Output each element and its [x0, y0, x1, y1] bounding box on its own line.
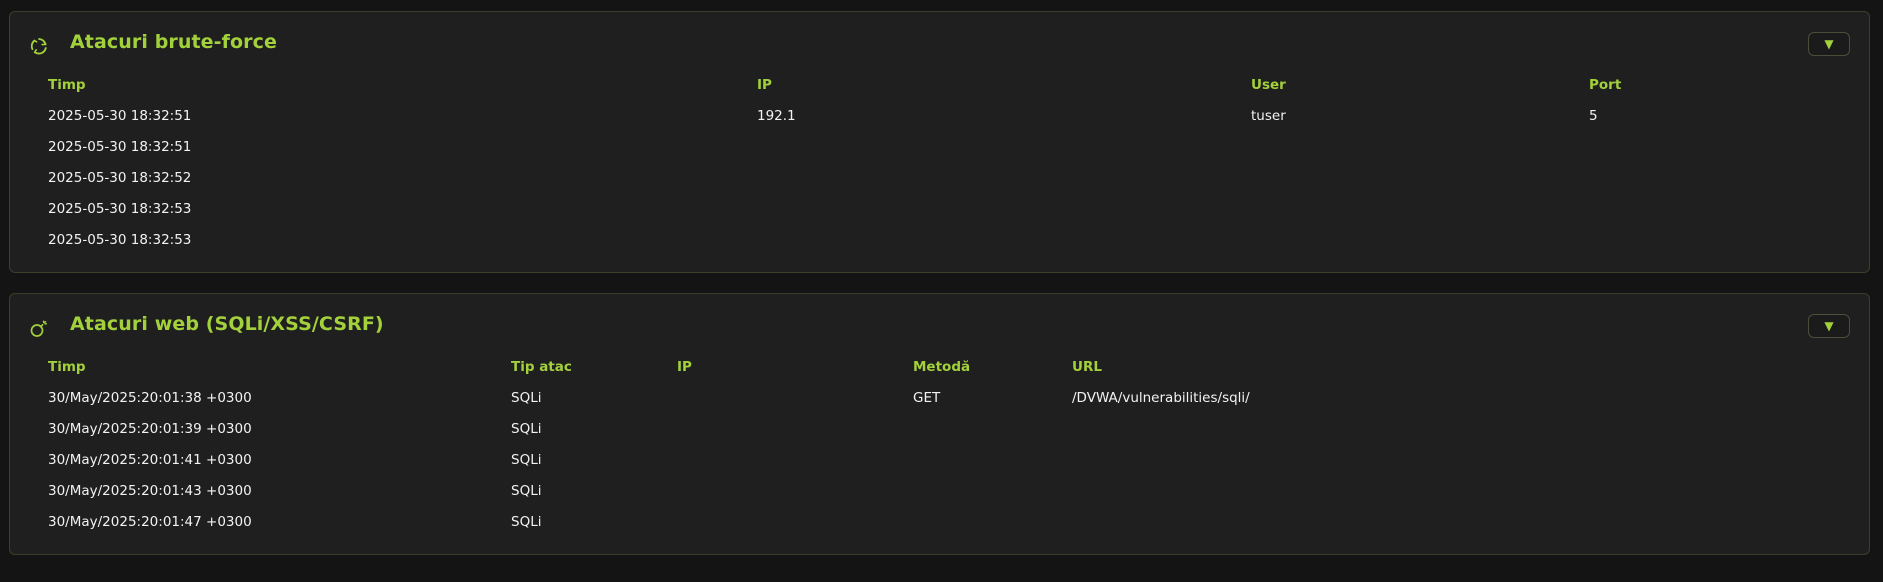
table-row[interactable]: 2025-05-30 18:32:51 192.1 tuser 5: [39, 100, 1847, 131]
table-row[interactable]: 2025-05-30 18:32:53: [39, 224, 1847, 255]
cell-method: [904, 444, 1063, 475]
cell-time: 30/May/2025:20:01:43 +0300: [48, 482, 252, 499]
cell-time: 2025-05-30 18:32:53: [48, 231, 192, 248]
table-row[interactable]: 2025-05-30 18:32:52: [39, 162, 1847, 193]
table-row[interactable]: 2025-05-30 18:32:53: [39, 193, 1847, 224]
cell-ip: [668, 413, 904, 444]
cell-url[interactable]: [1063, 413, 1847, 444]
cell-time: 2025-05-30 18:32:51: [48, 107, 192, 124]
brute-force-panel: Atacuri brute-force ▼ Timp IP User Port …: [9, 11, 1870, 273]
bomb-icon: [29, 318, 49, 338]
cell-port: [1580, 131, 1847, 162]
cell-attack-type: SQLi: [511, 482, 542, 499]
cell-ip: [748, 224, 1242, 255]
web-attacks-title: Atacuri web (SQLi/XSS/CSRF): [70, 313, 384, 335]
cell-time: 2025-05-30 18:32:53: [48, 200, 192, 217]
cell-ip: [668, 444, 904, 475]
table-header-row: Timp Tip atac IP Metodă URL: [39, 352, 1847, 382]
cell-user: [1242, 162, 1580, 193]
refresh-shield-icon: [29, 36, 49, 56]
cell-port: [1580, 162, 1847, 193]
cell-ip: [748, 131, 1242, 162]
cell-time: 30/May/2025:20:01:47 +0300: [48, 513, 252, 530]
cell-ip: [668, 506, 904, 537]
column-header-time[interactable]: Timp: [39, 70, 748, 100]
web-attacks-table: Timp Tip atac IP Metodă URL 30/May/2025:…: [39, 352, 1847, 537]
table-row[interactable]: 30/May/2025:20:01:47 +0300 SQLi: [39, 506, 1847, 537]
cell-attack-type: SQLi: [511, 451, 542, 468]
table-row[interactable]: 30/May/2025:20:01:38 +0300 SQLi GET /DVW…: [39, 382, 1847, 413]
table-row[interactable]: 30/May/2025:20:01:43 +0300 SQLi: [39, 475, 1847, 506]
cell-ip: [668, 475, 904, 506]
cell-method: [904, 506, 1063, 537]
cell-attack-type: SQLi: [511, 513, 542, 530]
brute-force-title: Atacuri brute-force: [70, 31, 277, 53]
cell-time: 2025-05-30 18:32:51: [48, 138, 192, 155]
cell-user: tuser: [1251, 107, 1286, 124]
cell-time: 30/May/2025:20:01:39 +0300: [48, 420, 252, 437]
cell-method: GET: [913, 389, 941, 406]
cell-port: [1580, 224, 1847, 255]
web-attacks-panel: Atacuri web (SQLi/XSS/CSRF) ▼ Timp Tip a…: [9, 293, 1870, 555]
column-header-port[interactable]: Port: [1580, 70, 1847, 100]
column-header-method[interactable]: Metodă: [904, 352, 1063, 382]
column-header-time[interactable]: Timp: [39, 352, 502, 382]
column-header-user[interactable]: User: [1242, 70, 1580, 100]
column-header-url[interactable]: URL: [1063, 352, 1847, 382]
cell-time: 30/May/2025:20:01:38 +0300: [48, 389, 252, 406]
table-header-row: Timp IP User Port: [39, 70, 1847, 100]
cell-ip: 192.1: [757, 107, 796, 124]
cell-method: [904, 413, 1063, 444]
table-row[interactable]: 30/May/2025:20:01:41 +0300 SQLi: [39, 444, 1847, 475]
cell-time: 30/May/2025:20:01:41 +0300: [48, 451, 252, 468]
cell-user: [1242, 131, 1580, 162]
cell-user: [1242, 193, 1580, 224]
cell-ip: [668, 382, 904, 413]
cell-time: 2025-05-30 18:32:52: [48, 169, 192, 186]
cell-attack-type: SQLi: [511, 389, 542, 406]
cell-user: [1242, 224, 1580, 255]
cell-ip: [748, 162, 1242, 193]
cell-attack-type: SQLi: [511, 420, 542, 437]
cell-url[interactable]: [1063, 444, 1847, 475]
table-row[interactable]: 2025-05-30 18:32:51: [39, 131, 1847, 162]
web-attacks-toggle-button[interactable]: ▼: [1808, 314, 1850, 338]
cell-method: [904, 475, 1063, 506]
cell-url[interactable]: /DVWA/vulnerabilities/sqli/: [1063, 382, 1847, 413]
column-header-attack-type[interactable]: Tip atac: [502, 352, 668, 382]
brute-force-table: Timp IP User Port 2025-05-30 18:32:51 19…: [39, 70, 1847, 255]
column-header-ip[interactable]: IP: [668, 352, 904, 382]
cell-port: [1580, 193, 1847, 224]
table-row[interactable]: 30/May/2025:20:01:39 +0300 SQLi: [39, 413, 1847, 444]
cell-ip: [748, 193, 1242, 224]
cell-url[interactable]: [1063, 506, 1847, 537]
cell-port: 5: [1589, 107, 1598, 124]
brute-force-toggle-button[interactable]: ▼: [1808, 32, 1850, 56]
column-header-ip[interactable]: IP: [748, 70, 1242, 100]
cell-url[interactable]: [1063, 475, 1847, 506]
